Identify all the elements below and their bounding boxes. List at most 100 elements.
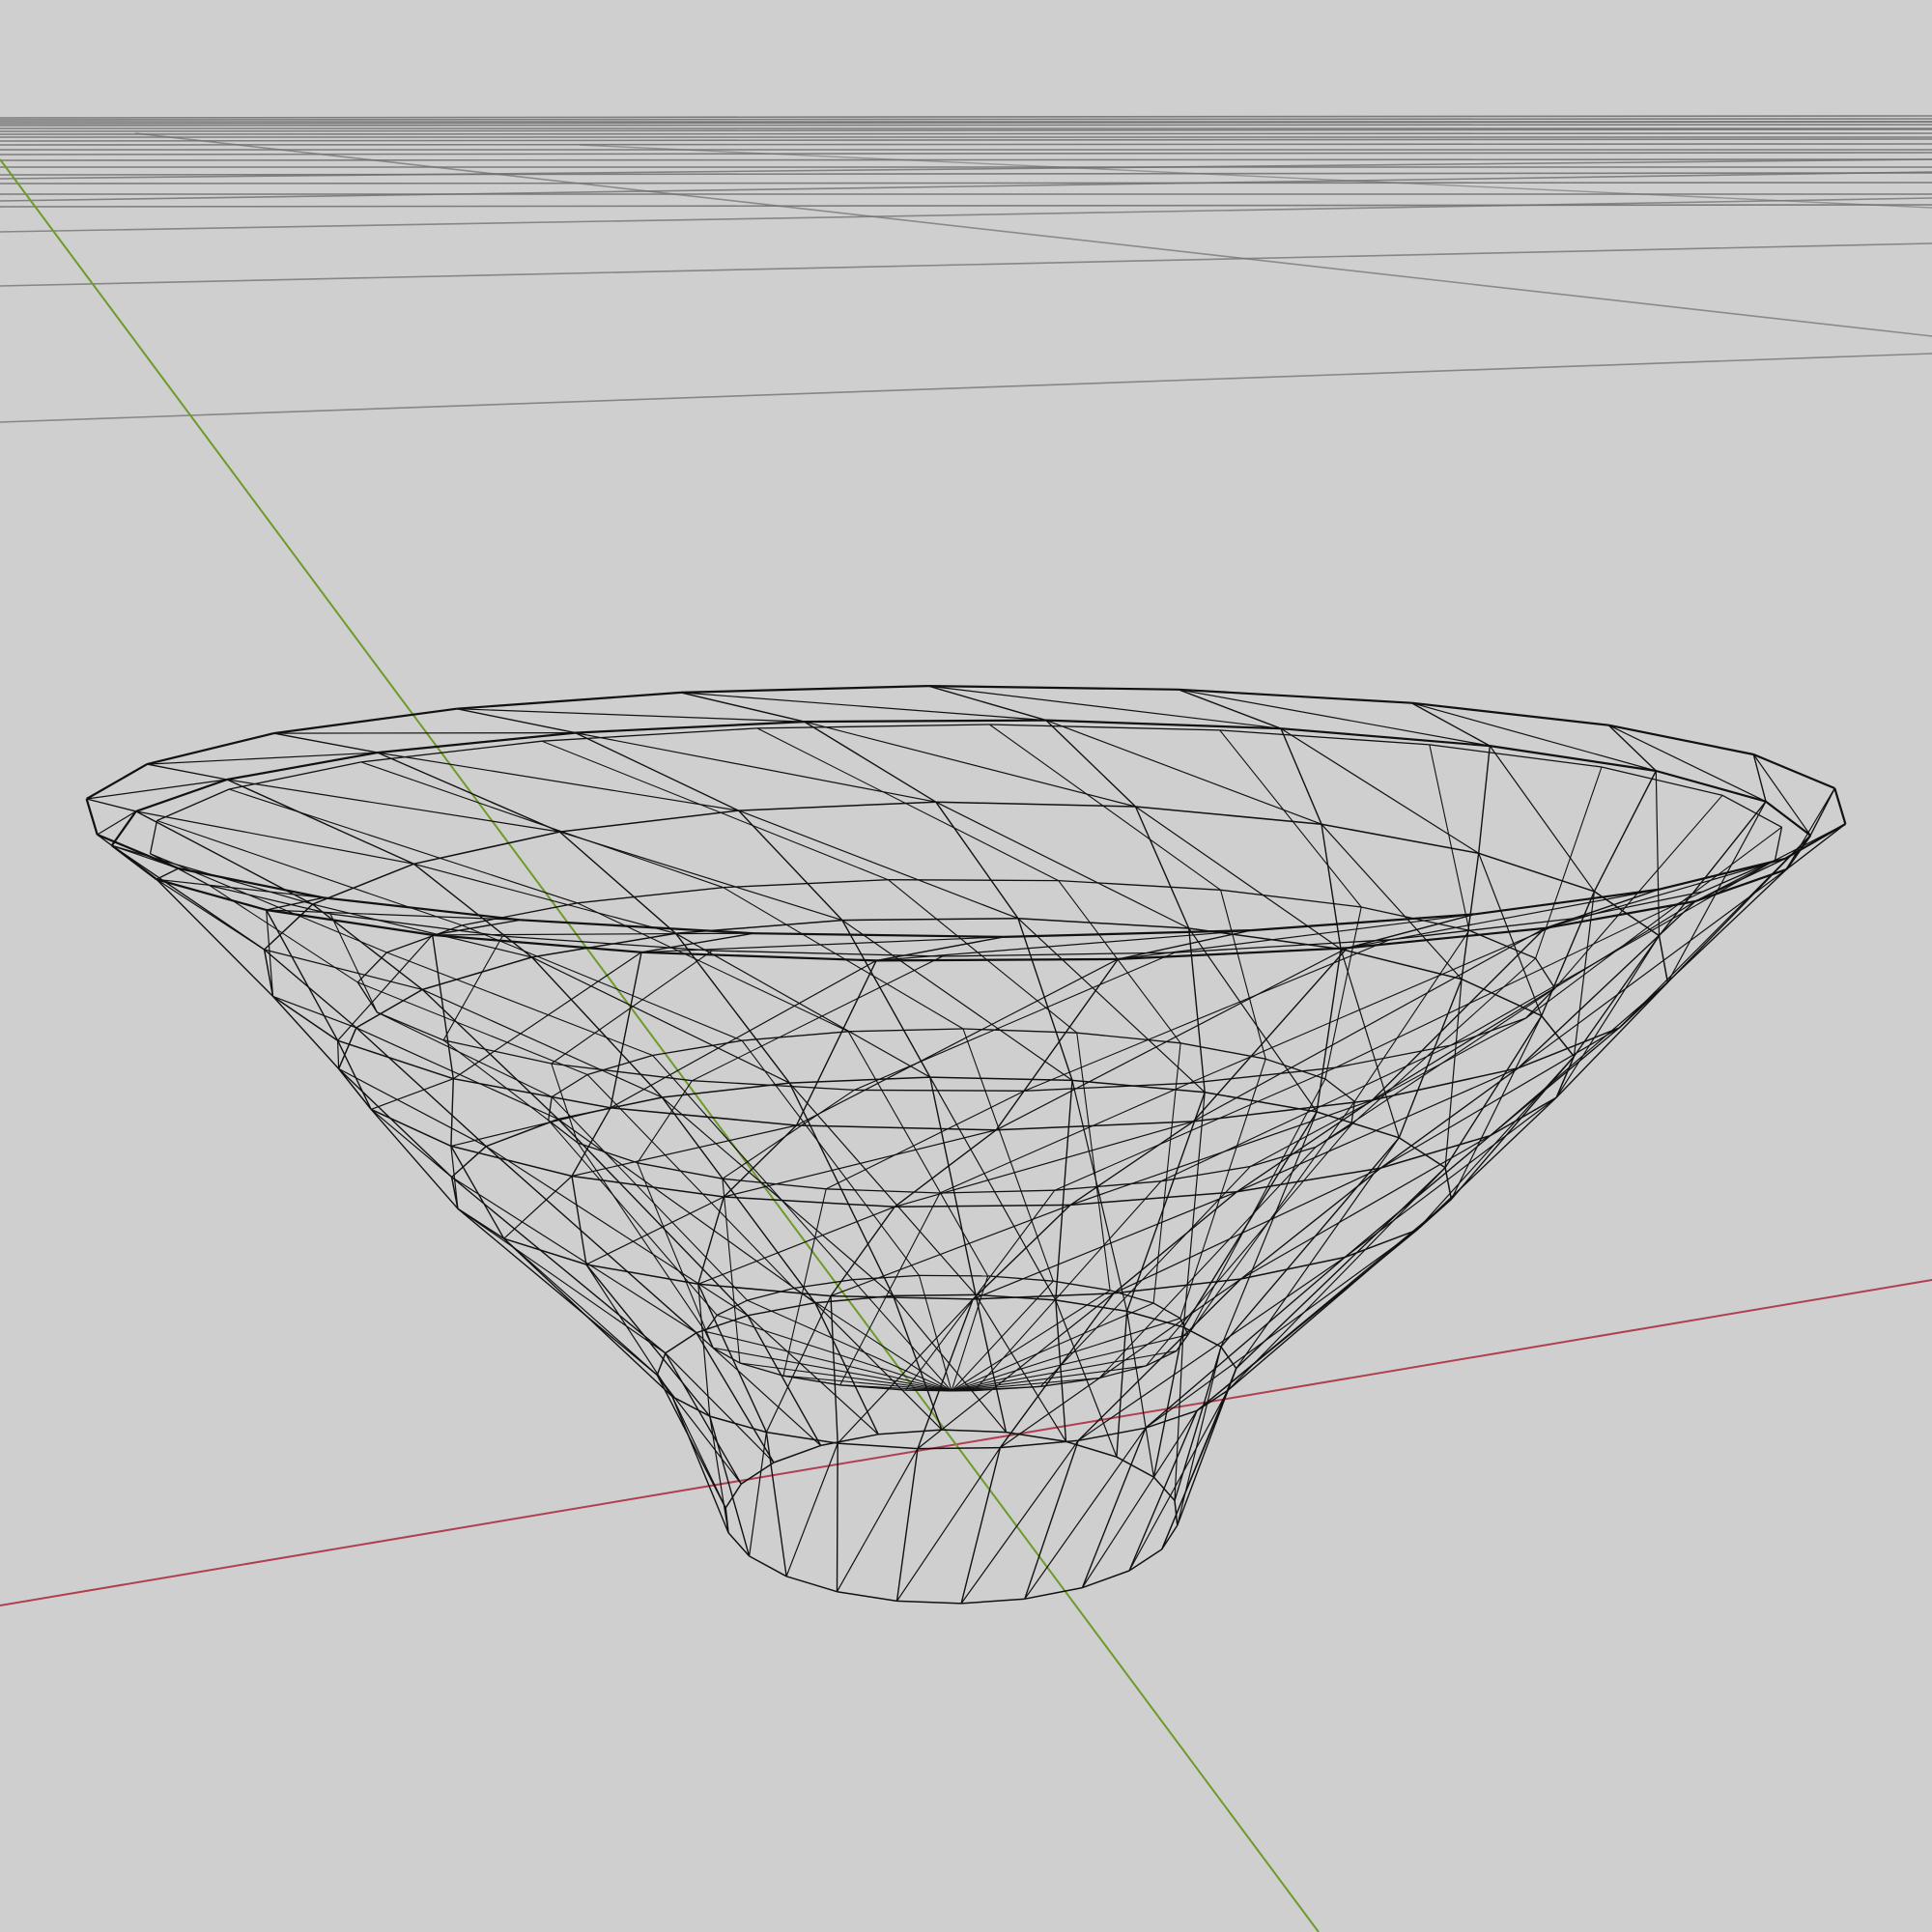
mesh-edge [841,917,1018,922]
mesh-edge [749,1555,787,1577]
mesh-edge [1411,702,1657,772]
mesh-edge [927,685,1179,691]
mesh-edge [1554,794,1723,989]
mesh-edge [1227,1198,1452,1391]
mesh-edge [457,1208,667,1354]
mesh-edge [1193,927,1546,1122]
grid-line [579,144,1932,209]
mesh-edge [1081,1427,1147,1588]
mesh-edge [1335,891,1704,1068]
mesh-edge [585,1264,673,1398]
mesh-edge [1024,1586,1083,1600]
mesh-edge [876,957,1119,962]
ground-grid [0,115,1932,423]
mesh-edge [1324,1078,1355,1102]
mesh-edge [451,1176,697,1334]
mesh-edge [854,1089,1025,1092]
grid-line [134,132,1932,337]
mesh-edge [377,752,739,811]
mesh-edge [961,1598,1025,1605]
mesh-edge [551,1096,748,1301]
mesh-edge [147,763,228,781]
mesh-edge [577,1142,639,1164]
mesh-edge [548,1096,553,1121]
3d-viewport[interactable] [0,0,1932,1932]
mesh-edge [738,810,1019,920]
mesh-edge [1658,935,1669,983]
mesh-edge [680,692,1046,722]
mesh-edge [785,1442,838,1577]
mesh-edge [575,731,739,811]
mesh-edge [1518,900,1696,1069]
mesh-edge [110,810,137,846]
mesh-edge [939,1189,1055,1194]
mesh-edge [370,1108,452,1178]
mesh-edge [442,935,503,1041]
mesh-edge [337,1039,454,1080]
mesh-edge [610,1107,797,1126]
bowl-wireframe-mesh[interactable] [85,685,1847,1605]
mesh-edge [557,1119,749,1317]
x-axis-line [0,1279,1932,1606]
mesh-edge [610,952,642,1108]
mesh-edge [697,1196,724,1285]
mesh-edge [935,801,1019,920]
mesh-edge [422,956,532,991]
mesh-edge [452,952,642,1080]
mesh-edge [1607,724,1754,756]
mesh-edge [1833,787,1847,825]
mesh-edge [1113,1278,1241,1294]
mesh-edge [413,831,560,866]
mesh-edge [1024,1440,1079,1600]
mesh-edge [1126,1311,1154,1478]
mesh-edge [1017,918,1206,1094]
mesh-edge [338,1067,453,1179]
mesh-edge [804,719,1046,724]
mesh-edge [273,707,457,735]
mesh-edge [972,1191,1237,1300]
mesh-edge [749,1432,767,1556]
mesh-edge [1082,1570,1130,1589]
viewport-canvas[interactable] [0,0,1932,1932]
mesh-edge [896,1600,962,1605]
mesh-edge [837,1298,974,1444]
mesh-edge [1145,1409,1198,1429]
mesh-edge [1188,927,1206,1093]
mesh-edge [680,685,928,694]
mesh-edge [951,1350,1177,1392]
mesh-edge [723,887,964,1030]
mesh-edge [1461,853,1480,980]
mesh-edge [852,1274,920,1281]
mesh-edge [1017,918,1073,1081]
mesh-edge [356,952,387,983]
mesh-edge [156,878,324,898]
mesh-edge [337,1040,340,1069]
mesh-edge [675,919,842,935]
grid-line [0,158,1932,161]
mesh-edge [1227,1167,1446,1391]
mesh-edge [551,1063,693,1082]
mesh-edge [1182,1092,1206,1327]
mesh-edge [1109,1290,1154,1304]
mesh-edge [551,1063,579,1144]
mesh-edge [575,721,805,734]
mesh-edge [485,1146,749,1317]
mesh-edge [85,798,99,836]
mesh-edge [1053,1280,1111,1292]
mesh-edge [135,810,414,865]
mesh-edge [1478,852,1595,893]
mesh-edge [665,1332,697,1354]
grid-line [0,143,1932,146]
mesh-edge [841,920,931,1078]
mesh-edge [1135,806,1322,825]
mesh-edge [1071,1080,1128,1312]
mesh-edge [896,1447,1001,1602]
mesh-edge [753,932,1005,938]
mesh-edge [793,1279,853,1290]
mesh-edge [1541,1015,1575,1058]
mesh-edge [951,1275,989,1392]
mesh-edge [1535,766,1603,959]
mesh-edge [551,1073,588,1098]
mesh-edge [1177,1347,1222,1526]
mesh-edge [704,1315,718,1332]
